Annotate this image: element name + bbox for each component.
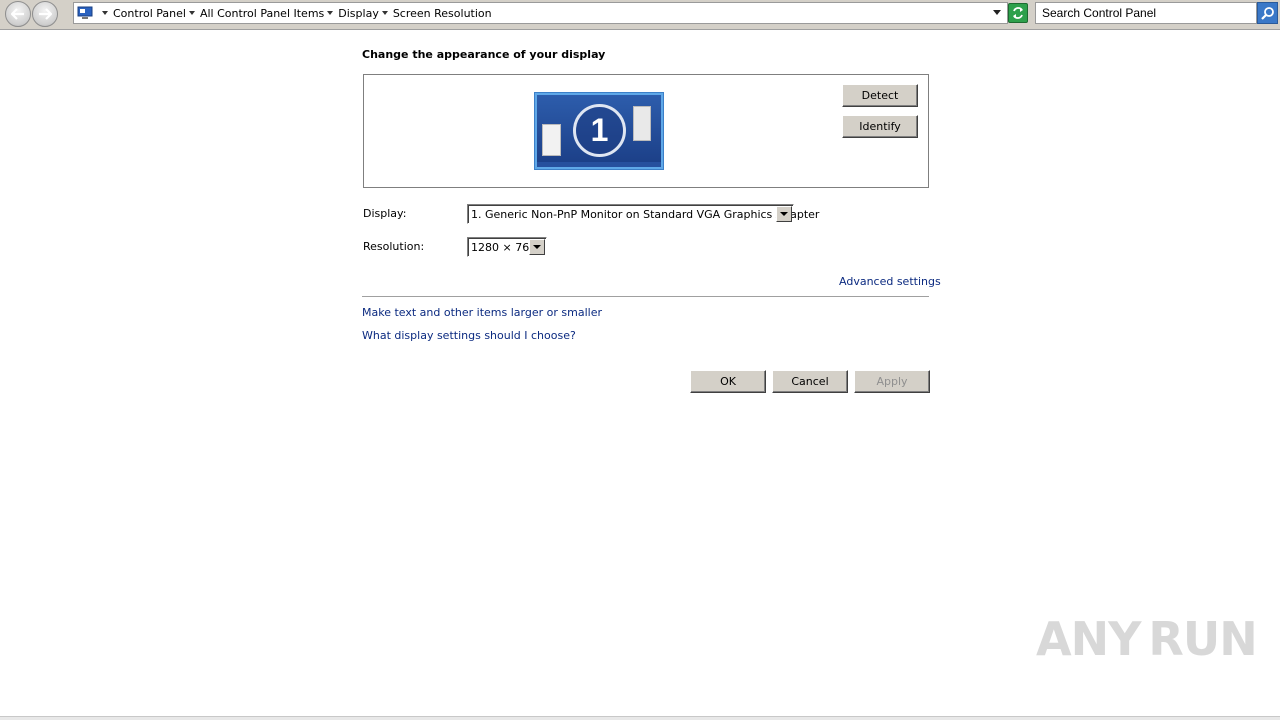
cancel-button[interactable]: Cancel: [772, 370, 848, 393]
chevron-down-icon: [780, 212, 788, 216]
refresh-button[interactable]: [1008, 3, 1028, 23]
display-label: Display:: [363, 207, 407, 220]
window-thumbnail: [542, 124, 561, 156]
display-preview-panel: 1 Detect Identify: [363, 74, 929, 188]
back-arrow-icon: [11, 8, 24, 20]
breadcrumb-control-panel[interactable]: Control Panel: [113, 7, 186, 20]
watermark-text-right: RUN: [1148, 612, 1257, 666]
watermark-text-left: ANY: [1036, 612, 1141, 666]
dropdown-button[interactable]: [529, 239, 545, 255]
forward-button[interactable]: [32, 1, 58, 27]
window-thumbnail: [633, 106, 651, 141]
refresh-icon: [1013, 7, 1023, 19]
resolution-label: Resolution:: [363, 240, 425, 253]
search-button[interactable]: [1257, 2, 1278, 24]
apply-button[interactable]: Apply: [854, 370, 930, 393]
address-toolbar: Control Panel All Control Panel Items Di…: [0, 0, 1280, 30]
breadcrumb: Control Panel All Control Panel Items Di…: [74, 3, 492, 23]
taskbar-thumbnail: [537, 162, 661, 167]
control-panel-icon: [77, 6, 93, 19]
chevron-down-icon[interactable]: [381, 11, 388, 15]
status-strip: [0, 716, 1280, 720]
address-bar[interactable]: Control Panel All Control Panel Items Di…: [73, 2, 1008, 24]
search-input[interactable]: Search Control Panel: [1035, 2, 1257, 24]
resolution-select[interactable]: 1280 × 768: [467, 237, 547, 257]
text-size-link[interactable]: Make text and other items larger or smal…: [362, 306, 602, 319]
divider: [362, 296, 929, 297]
chevron-down-icon[interactable]: [102, 11, 108, 15]
ok-button[interactable]: OK: [690, 370, 766, 393]
search-icon: [1260, 7, 1274, 20]
chevron-down-icon: [533, 245, 541, 249]
back-button[interactable]: [5, 1, 31, 27]
detect-button[interactable]: Detect: [842, 84, 918, 107]
display-select[interactable]: 1. Generic Non-PnP Monitor on Standard V…: [467, 204, 819, 224]
page-title: Change the appearance of your display: [362, 48, 606, 61]
forward-arrow-icon: [39, 8, 52, 20]
breadcrumb-screen-resolution[interactable]: Screen Resolution: [393, 7, 492, 20]
monitor-icon[interactable]: 1: [535, 93, 663, 169]
chevron-down-icon[interactable]: [188, 11, 195, 15]
identify-button[interactable]: Identify: [842, 115, 918, 138]
display-help-link[interactable]: What display settings should I choose?: [362, 329, 576, 342]
advanced-settings-link[interactable]: Advanced settings: [839, 275, 941, 288]
monitor-number-badge: 1: [573, 104, 626, 157]
dropdown-button[interactable]: [776, 206, 792, 222]
resolution-select-value: 1280 × 768: [471, 241, 537, 254]
display-select-value: 1. Generic Non-PnP Monitor on Standard V…: [471, 208, 820, 221]
breadcrumb-display[interactable]: Display: [338, 7, 379, 20]
breadcrumb-all-items[interactable]: All Control Panel Items: [200, 7, 324, 20]
chevron-down-icon[interactable]: [327, 11, 334, 15]
address-history-dropdown[interactable]: [993, 10, 1001, 15]
anyrun-watermark: ANY RUN: [1036, 606, 1258, 672]
